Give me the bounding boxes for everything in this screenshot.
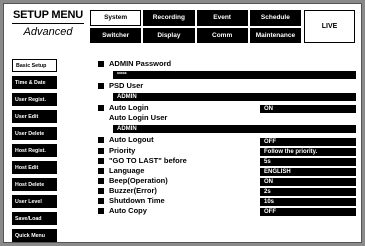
setting-row-admin-password: ADMIN Password: [98, 59, 171, 68]
tab-switcher[interactable]: Switcher: [90, 27, 142, 43]
setting-row-buzzer: Buzzer(Error): [98, 186, 157, 195]
setting-row-shutdown-time: Shutdown Time: [98, 196, 165, 205]
live-button[interactable]: LIVE: [304, 10, 355, 43]
setting-label-auto-logout: Auto Logout: [109, 135, 154, 144]
sidebar-item-user-delete[interactable]: User Delete: [12, 127, 57, 140]
setting-label-admin-password: ADMIN Password: [109, 59, 172, 68]
setting-row-auto-login-user: Auto Login User: [109, 113, 167, 122]
priority-field[interactable]: Follow the priority.: [260, 148, 356, 156]
tab-schedule[interactable]: Schedule: [249, 10, 301, 26]
setting-label-auto-login-user: Auto Login User: [109, 113, 168, 122]
setting-label-language: Language: [109, 166, 145, 175]
setting-label-auto-login: Auto Login: [109, 103, 149, 112]
auto-logout-field[interactable]: OFF: [260, 138, 356, 146]
auto-login-user-field[interactable]: ADMIN: [113, 125, 356, 133]
sidebar-item-user-edit[interactable]: User Edit: [12, 110, 57, 123]
setting-label-beep: Beep(Operation): [109, 176, 168, 185]
bullet-square-icon: [98, 136, 104, 143]
goto-last-field[interactable]: 5s: [260, 158, 356, 166]
tab-recording[interactable]: Recording: [143, 10, 195, 26]
tab-display[interactable]: Display: [143, 27, 195, 43]
bullet-square-icon: [98, 177, 104, 184]
menu-title-block: SETUP MENU Advanced: [12, 10, 84, 38]
bullet-square-icon: [98, 197, 104, 204]
setup-menu-screen: SETUP MENU Advanced System Recording Eve…: [3, 3, 362, 243]
sidebar-item-user-regist[interactable]: User Regist.: [12, 93, 57, 106]
sidebar-item-user-level[interactable]: User Level: [12, 195, 57, 208]
psd-user-field[interactable]: ADMIN: [113, 93, 356, 101]
auto-login-field[interactable]: ON: [260, 105, 356, 113]
setting-row-auto-copy: Auto Copy: [98, 206, 147, 215]
sidebar: Basic Setup Time & Date User Regist. Use…: [12, 59, 57, 242]
beep-field[interactable]: ON: [260, 178, 356, 186]
bullet-square-icon: [98, 147, 104, 154]
sidebar-item-basic-setup[interactable]: Basic Setup: [12, 59, 57, 72]
sidebar-item-quick-menu[interactable]: Quick Menu: [12, 229, 57, 242]
setting-row-auto-login: Auto Login: [98, 103, 149, 112]
bullet-square-icon: [98, 157, 104, 164]
buzzer-field[interactable]: 2s: [260, 188, 356, 196]
setting-row-beep: Beep(Operation): [98, 176, 168, 185]
sidebar-item-host-edit[interactable]: Host Edit: [12, 161, 57, 174]
bullet-square-icon: [98, 167, 104, 174]
menu-title: SETUP MENU: [12, 10, 84, 24]
tab-comm[interactable]: Comm: [196, 27, 248, 43]
tab-event[interactable]: Event: [196, 10, 248, 26]
sidebar-item-save-load[interactable]: Save/Load: [12, 212, 57, 225]
bullet-square-icon: [98, 207, 104, 214]
setting-label-shutdown-time: Shutdown Time: [109, 196, 165, 205]
setting-row-goto-last: "GO TO LAST" before: [98, 156, 187, 165]
sidebar-item-host-regist[interactable]: Host Regist.: [12, 144, 57, 157]
setting-row-language: Language: [98, 166, 144, 175]
tab-maintenance[interactable]: Maintenance: [249, 27, 301, 43]
sidebar-item-host-delete[interactable]: Host Delete: [12, 178, 57, 191]
setting-label-buzzer: Buzzer(Error): [109, 186, 157, 195]
menu-subtitle: Advanced: [23, 26, 73, 38]
language-field[interactable]: ENGLISH: [260, 168, 356, 176]
setting-row-priority: Priority: [98, 146, 135, 155]
bullet-square-icon: [98, 104, 104, 111]
tab-system[interactable]: System: [90, 10, 142, 26]
setting-row-auto-logout: Auto Logout: [98, 135, 154, 144]
setting-label-priority: Priority: [109, 146, 136, 155]
sidebar-item-time-date[interactable]: Time & Date: [12, 76, 57, 89]
setting-row-psd-user: PSD User: [98, 81, 143, 90]
admin-password-field[interactable]: *****: [113, 71, 356, 79]
setting-label-psd-user: PSD User: [109, 81, 144, 90]
setting-label-auto-copy: Auto Copy: [109, 206, 147, 215]
tab-bar: System Recording Event Schedule Switcher…: [90, 10, 301, 43]
setting-label-goto-last: "GO TO LAST" before: [109, 156, 187, 165]
auto-copy-field[interactable]: OFF: [260, 208, 356, 216]
bullet-square-icon: [98, 187, 104, 194]
bullet-square-icon: [98, 82, 104, 89]
settings-panel: ADMIN Password ***** PSD User ADMIN Auto…: [98, 59, 356, 239]
shutdown-time-field[interactable]: 10s: [260, 198, 356, 206]
bullet-square-icon: [98, 60, 104, 67]
